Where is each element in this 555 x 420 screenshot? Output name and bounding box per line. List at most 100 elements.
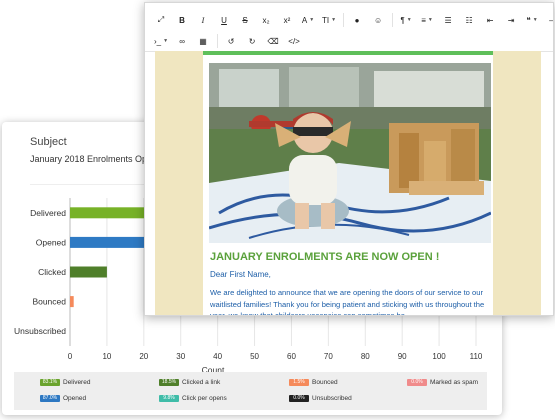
text-color-icon[interactable]: ●	[347, 11, 367, 29]
chart-legend: 83.1% Delivered 18.5% Clicked a link 1.5% Bou…	[14, 372, 487, 410]
redo-icon[interactable]: ↻	[242, 32, 262, 50]
legend-label: Click per opens	[182, 395, 227, 402]
strikethrough-glyph: S	[242, 15, 248, 25]
child-playground-photo	[209, 63, 491, 243]
chevron-down-icon: ▼	[532, 17, 538, 23]
legend-badge: 1.5%	[289, 379, 309, 386]
bar-clicked	[70, 266, 107, 278]
email-content[interactable]: JANUARY ENROLMENTS ARE NOW OPEN ! Dear F…	[203, 55, 493, 315]
italic-button[interactable]: I	[193, 11, 213, 29]
toolbar-separator	[343, 13, 345, 27]
x-tick-label: 110	[470, 352, 483, 361]
x-tick-label: 10	[102, 352, 111, 361]
underline-glyph: U	[221, 15, 227, 25]
legend-badge: 83.1%	[40, 379, 60, 386]
category-label: Unsubscribed	[14, 326, 66, 336]
superscript-button[interactable]: x²	[277, 11, 297, 29]
superscript-glyph: x²	[283, 15, 291, 25]
link-icon[interactable]: ∞	[172, 32, 192, 50]
legend-badge: 18.5%	[159, 379, 179, 386]
paragraph-format-glyph: ¶	[400, 15, 405, 25]
font-family-glyph: A	[301, 15, 308, 25]
indent-icon-glyph: ⇥	[507, 15, 515, 25]
legend-item: 87.0% Opened	[40, 395, 86, 402]
chevron-down-icon: ▼	[427, 17, 433, 23]
chevron-down-icon: ▼	[331, 17, 337, 23]
email-editor-window: ⤢BIUSx₂x²A▼TI▼●☺¶▼≡▼☰☷⇤⇥❝▼— ›_▼∞▦↺↻⌫</>	[144, 2, 554, 316]
strikethrough-button[interactable]: S	[235, 11, 255, 29]
undo-icon[interactable]: ↺	[221, 32, 241, 50]
insert-code-dropdown[interactable]: ›_ ▼	[151, 32, 171, 50]
bold-button[interactable]: B	[172, 11, 192, 29]
x-tick-label: 0	[68, 352, 73, 361]
unordered-list-icon[interactable]: ☷	[459, 11, 479, 29]
category-label: Clicked	[38, 267, 66, 277]
font-family-dropdown[interactable]: A ▼	[298, 11, 318, 29]
underline-button[interactable]: U	[214, 11, 234, 29]
font-size-glyph: TI	[322, 15, 330, 25]
insert-code-glyph: ›_	[154, 36, 162, 46]
unordered-list-icon-glyph: ☷	[465, 15, 473, 25]
code-view-icon-glyph: </>	[288, 36, 300, 46]
italic-glyph: I	[201, 15, 205, 25]
emoji-icon[interactable]: ☺	[368, 11, 388, 29]
fullscreen-icon[interactable]: ⤢	[151, 11, 171, 29]
legend-badge: 87.0%	[40, 395, 60, 402]
bold-glyph: B	[179, 15, 185, 25]
paragraph-format-dropdown[interactable]: ¶ ▼	[396, 11, 416, 29]
chevron-down-icon: ▼	[163, 38, 169, 44]
legend-badge: 0.0%	[407, 379, 427, 386]
email-paragraph[interactable]: We are delighted to announce that we are…	[210, 287, 490, 315]
align-glyph: ≡	[421, 15, 426, 25]
emoji-icon-glyph: ☺	[373, 15, 383, 25]
x-tick-label: 70	[324, 352, 333, 361]
legend-item: 83.1% Delivered	[40, 379, 90, 386]
legend-label: Delivered	[63, 379, 91, 386]
hero-image-child-playing[interactable]	[209, 63, 491, 243]
legend-item: 0.0% Marked as spam	[407, 379, 478, 386]
undo-icon-glyph: ↺	[227, 36, 235, 46]
editor-toolbar: ⤢BIUSx₂x²A▼TI▼●☺¶▼≡▼☰☷⇤⇥❝▼— ›_▼∞▦↺↻⌫</>	[145, 3, 553, 52]
text-color-icon-glyph: ●	[354, 15, 360, 25]
outdent-icon[interactable]: ⇤	[480, 11, 500, 29]
x-tick-label: 50	[250, 352, 259, 361]
quote-glyph: ❝	[526, 15, 531, 25]
align-dropdown[interactable]: ≡ ▼	[417, 11, 437, 29]
legend-label: Marked as spam	[430, 379, 479, 386]
toolbar-row-formatting: ⤢BIUSx₂x²A▼TI▼●☺¶▼≡▼☰☷⇤⇥❝▼—	[151, 9, 553, 31]
table-icon-glyph: ▦	[199, 36, 207, 46]
code-view-icon[interactable]: </>	[284, 32, 304, 50]
table-icon[interactable]: ▦	[193, 32, 213, 50]
email-greeting[interactable]: Dear First Name,	[210, 270, 271, 279]
chevron-down-icon: ▼	[406, 17, 412, 23]
quote-dropdown[interactable]: ❝ ▼	[522, 11, 542, 29]
legend-label: Opened	[63, 395, 87, 402]
toolbar-separator	[217, 34, 219, 48]
chevron-down-icon: ▼	[309, 17, 315, 23]
x-tick-label: 20	[139, 352, 148, 361]
legend-badge: 0.0%	[289, 395, 309, 402]
indent-icon[interactable]: ⇥	[501, 11, 521, 29]
legend-label: Clicked a link	[182, 379, 221, 386]
category-label: Delivered	[30, 208, 66, 218]
clear-format-icon[interactable]: ⌫	[263, 32, 283, 50]
ordered-list-icon[interactable]: ☰	[438, 11, 458, 29]
toolbar-row-insert: ›_ ▼ ∞ ▦ ↺ ↻ ⌫ </>	[151, 30, 305, 52]
outdent-icon-glyph: ⇤	[486, 15, 494, 25]
redo-icon-glyph: ↻	[248, 36, 256, 46]
font-size-dropdown[interactable]: TI ▼	[319, 11, 339, 29]
category-label: Opened	[36, 237, 67, 247]
x-tick-label: 100	[432, 352, 446, 361]
email-heading[interactable]: JANUARY ENROLMENTS ARE NOW OPEN !	[210, 251, 439, 263]
clear-format-icon-glyph: ⌫	[267, 36, 279, 46]
legend-label: Bounced	[312, 379, 338, 386]
x-tick-label: 30	[176, 352, 185, 361]
horizontal-line-icon-glyph: —	[549, 16, 553, 25]
subscript-button[interactable]: x₂	[256, 11, 276, 29]
legend-label: Unsubscribed	[312, 395, 352, 402]
legend-item: 1.5% Bounced	[289, 379, 338, 386]
horizontal-line-icon[interactable]: —	[543, 11, 553, 29]
link-icon-glyph: ∞	[179, 36, 185, 46]
bar-bounced	[70, 296, 74, 308]
legend-item: 0.0% Unsubscribed	[289, 395, 352, 402]
